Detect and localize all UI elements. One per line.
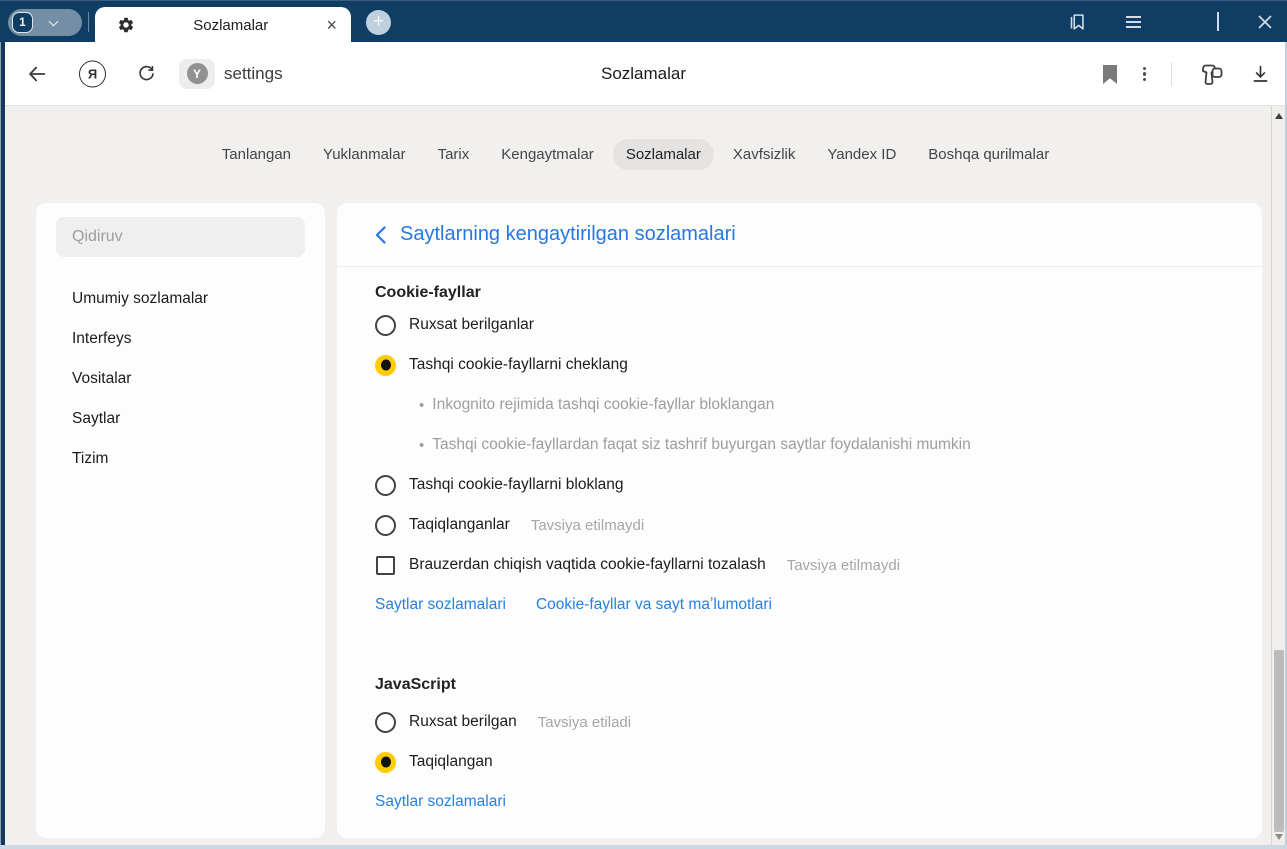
window-frame-left [0,42,5,845]
option-label: Tashqi cookie-fayllarni cheklang [409,356,628,374]
radio-icon[interactable] [375,515,396,536]
radio-icon[interactable] [375,712,396,733]
back-chevron-icon[interactable] [375,226,386,244]
scrollbar-thumb[interactable] [1274,650,1284,832]
tab-groups-icon[interactable] [1197,61,1225,87]
sidebar-item-tizim[interactable]: Tizim [36,439,325,479]
settings-page: Tanlangan Yuklanmalar Tarix Kengaytmalar… [0,106,1287,849]
section-title-javascript: JavaScript [375,673,1224,697]
settings-sidebar: Umumiy sozlamalar Interfeys Vositalar Sa… [36,203,325,838]
nav-xavfsizlik[interactable]: Xavfsizlik [720,139,809,170]
bullet-icon: • [419,397,424,414]
nav-kengaytmalar[interactable]: Kengaytmalar [488,139,607,170]
menu-icon[interactable] [1126,16,1141,28]
bookmark-icon[interactable] [1102,65,1118,84]
section-title-cookies: Cookie-fayllar [375,281,1224,305]
option-note: Tavsiya etilmaydi [531,517,644,534]
scroll-up-arrow-icon[interactable] [1275,113,1283,119]
sidebar-item-umumiy-sozlamalar[interactable]: Umumiy sozlamalar [36,279,325,319]
option-label: Taqiqlanganlar [409,516,510,534]
option-label: Taqiqlangan [409,753,493,771]
scroll-down-arrow-icon[interactable] [1275,834,1283,840]
nav-yandex-id[interactable]: Yandex ID [814,139,909,170]
yandex-home-icon[interactable]: Я [79,60,106,87]
page-title[interactable]: Saytlarning kengaytirilgan sozlamalari [400,223,736,246]
radio-icon[interactable] [375,475,396,496]
bullet-item: • Inkognito rejimida tashqi cookie-fayll… [375,385,1224,425]
option-label: Tashqi cookie-fayllarni bloklang [409,476,624,494]
radio-row-js-ruxsat[interactable]: Ruxsat berilgan Tavsiya etiladi [375,702,1224,742]
maximize-button[interactable] [1217,13,1219,31]
link-cookie-malumotlari[interactable]: Cookie-fayllar va sayt maʼlumotlari [536,596,772,614]
address-bar-url[interactable]: settings [224,64,283,84]
option-label: Ruxsat berilgan [409,713,517,731]
back-button[interactable] [26,63,48,85]
scrollbar[interactable] [1271,106,1285,845]
option-label: Brauzerdan chiqish vaqtida cookie-faylla… [409,556,766,574]
checkbox-icon[interactable] [376,556,395,575]
nav-sozlamalar[interactable]: Sozlamalar [613,139,714,170]
titlebar-separator [88,12,89,32]
window-frame-bottom [0,845,1287,849]
option-note: Tavsiya etiladi [538,714,631,731]
downloads-icon[interactable] [1250,63,1271,85]
nav-tarix[interactable]: Tarix [425,139,483,170]
new-tab-button[interactable]: + [366,10,391,35]
radio-row-ruxsat-berilganlar[interactable]: Ruxsat berilganlar [375,305,1224,345]
radio-icon[interactable] [375,315,396,336]
kebab-menu-icon[interactable] [1143,67,1146,82]
bullet-text: Tashqi cookie-fayllardan faqat siz tashr… [432,436,970,454]
radio-row-taqiqlanganlar[interactable]: Taqiqlanganlar Tavsiya etilmaydi [375,505,1224,545]
settings-nav: Tanlangan Yuklanmalar Tarix Kengaytmalar… [0,139,1271,170]
link-js-saytlar-sozlamalari[interactable]: Saytlar sozlamalari [375,793,506,811]
nav-boshqa-qurilmalar[interactable]: Boshqa qurilmalar [915,139,1062,170]
omnibox-page-title: Sozlamalar [601,64,686,84]
nav-yuklanmalar[interactable]: Yuklanmalar [310,139,419,170]
tab-counter-button[interactable]: 1 [8,9,82,36]
chevron-down-icon [49,16,59,26]
radio-row-tashqi-bloklang[interactable]: Tashqi cookie-fayllarni bloklang [375,465,1224,505]
tab-sozlamalar[interactable]: Sozlamalar × [95,7,351,43]
radio-selected-icon[interactable] [375,752,396,773]
toolbar: Я Y settings Sozlamalar [0,42,1287,106]
titlebar: 1 Sozlamalar × + [0,0,1287,42]
toolbar-divider [1171,62,1172,86]
sidebar-item-vositalar[interactable]: Vositalar [36,359,325,399]
search-input[interactable] [56,217,305,257]
nav-tanlangan[interactable]: Tanlangan [209,139,304,170]
checkbox-row-tozalash[interactable]: Brauzerdan chiqish vaqtida cookie-faylla… [375,545,1224,585]
browser-window: 1 Sozlamalar × + Я [0,0,1287,849]
gear-icon [117,16,135,34]
bullet-item: • Tashqi cookie-fayllardan faqat siz tas… [375,425,1224,465]
tab-close-icon[interactable]: × [326,16,337,34]
sidebar-item-saytlar[interactable]: Saytlar [36,399,325,439]
protect-icon: Y [187,63,208,84]
close-window-button[interactable] [1257,14,1273,30]
bullet-text: Inkognito rejimida tashqi cookie-fayllar… [432,396,774,414]
side-panel-bookmark-icon[interactable] [1066,11,1088,33]
link-saytlar-sozlamalari[interactable]: Saytlar sozlamalari [375,596,506,614]
radio-selected-icon[interactable] [375,355,396,376]
radio-row-tashqi-cheklang[interactable]: Tashqi cookie-fayllarni cheklang [375,345,1224,385]
radio-row-js-taqiqlangan[interactable]: Taqiqlangan [375,742,1224,782]
refresh-icon[interactable] [136,63,157,84]
option-note: Tavsiya etilmaydi [787,557,900,574]
protect-badge[interactable]: Y [179,59,215,89]
tab-count-badge: 1 [12,12,33,33]
sidebar-item-interfeys[interactable]: Interfeys [36,319,325,359]
tab-title: Sozlamalar [135,17,326,34]
option-label: Ruxsat berilganlar [409,316,534,334]
bullet-icon: • [419,437,424,454]
settings-main-panel: Saytlarning kengaytirilgan sozlamalari C… [337,203,1262,838]
